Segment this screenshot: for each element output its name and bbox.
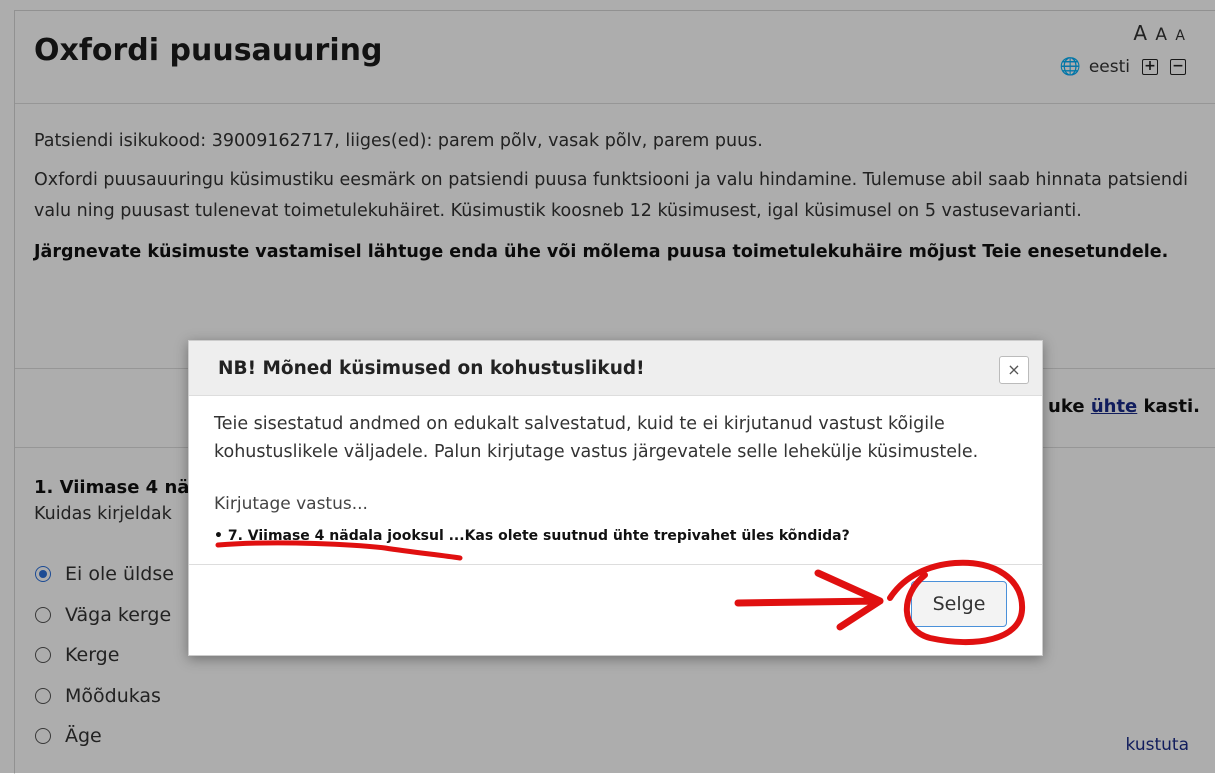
ok-button[interactable]: Selge xyxy=(911,581,1007,627)
dialog-hint: Kirjutage vastus... xyxy=(214,494,368,514)
close-icon[interactable]: × xyxy=(999,356,1029,384)
dialog-body: Teie sisestatud andmed on edukalt salves… xyxy=(189,396,1042,550)
required-fields-dialog: NB! Mõned küsimused on kohustuslikud! × … xyxy=(188,340,1043,656)
dialog-message: Teie sisestatud andmed on edukalt salves… xyxy=(214,414,979,462)
dialog-footer-divider xyxy=(189,564,1042,565)
missing-question-item: • 7. Viimase 4 nädala jooksul ...Kas ole… xyxy=(214,528,850,544)
dialog-title: NB! Mõned küsimused on kohustuslikud! xyxy=(218,358,645,379)
dialog-header: NB! Mõned küsimused on kohustuslikud! × xyxy=(189,341,1042,396)
